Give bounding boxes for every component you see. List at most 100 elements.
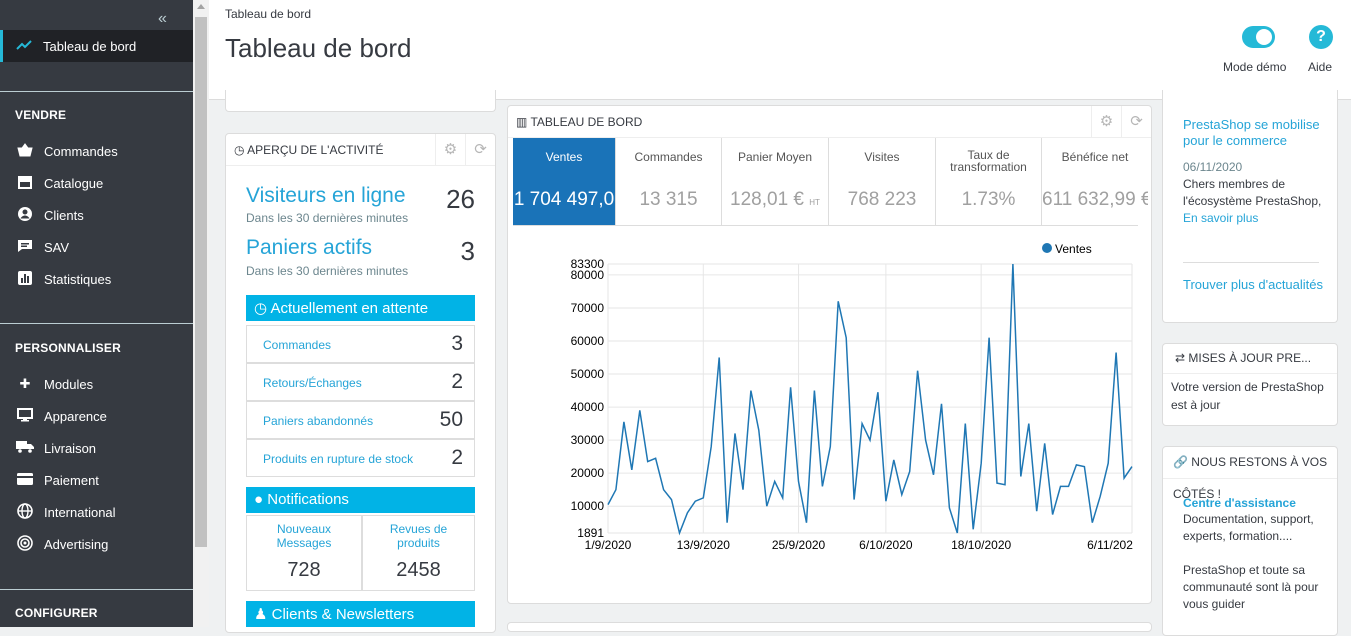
activity-panel: ◷ APERÇU DE L'ACTIVITÉ ⚙ ⟳ Visiteurs en … xyxy=(225,133,496,633)
kpi-value-text: 128,01 € xyxy=(730,189,804,210)
kpi-value: 1 704 497,0 xyxy=(513,189,615,210)
help-icon[interactable]: ? xyxy=(1309,25,1333,49)
sidebar-item-label: Paiement xyxy=(44,472,99,488)
demo-mode-label[interactable]: Mode démo xyxy=(1223,60,1286,74)
divider xyxy=(0,323,193,324)
truck-icon xyxy=(16,440,34,456)
kpi-net-profit[interactable]: Bénéfice net 611 632,99 € xyxy=(1042,138,1148,225)
sidebar-item-catalog[interactable]: Catalogue xyxy=(16,173,103,193)
pending-row-orders[interactable]: Commandes 3 xyxy=(246,325,475,363)
new-messages-cell[interactable]: Nouveaux Messages 728 xyxy=(246,515,362,591)
kpi-average-cart[interactable]: Panier Moyen 128,01 € HT xyxy=(722,138,829,225)
new-messages-label: Nouveaux Messages xyxy=(276,522,332,550)
pending-title: Actuellement en attente xyxy=(270,300,429,317)
trending-up-icon xyxy=(16,38,32,54)
kpi-visits[interactable]: Visites 768 223 xyxy=(829,138,936,225)
online-visitors-sub: Dans les 30 dernières minutes xyxy=(246,211,409,225)
sidebar-item-sav[interactable]: SAV xyxy=(16,237,69,257)
puzzle-icon: ✚ xyxy=(19,376,31,391)
scrollbar-thumb[interactable] xyxy=(195,17,207,547)
contact-panel: 🔗 NOUS RESTONS À VOS CÔTÉS ! Centre d'as… xyxy=(1162,446,1338,636)
demo-mode-toggle[interactable] xyxy=(1242,26,1275,48)
news-body: Chers membres de l'écosystème PrestaShop… xyxy=(1183,176,1328,227)
collapsed-panel xyxy=(225,90,496,112)
sidebar-item-international[interactable]: International xyxy=(16,502,116,522)
scroll-up-arrow-icon[interactable] xyxy=(197,4,205,9)
sidebar-item-payment[interactable]: Paiement xyxy=(16,470,99,490)
sidebar-item-orders[interactable]: Commandes xyxy=(16,141,118,161)
user-icon: ♟ xyxy=(254,606,268,623)
refresh-icon[interactable]: ⟳ xyxy=(465,134,495,166)
collapse-sidebar-icon[interactable]: « xyxy=(158,10,167,28)
sidebar-item-label: Commandes xyxy=(44,143,118,159)
pending-row-out-of-stock[interactable]: Produits en rupture de stock 2 xyxy=(246,439,475,477)
online-visitors-link[interactable]: Visiteurs en ligne xyxy=(246,184,406,208)
link-icon: 🔗 xyxy=(1173,455,1188,469)
sidebar-item-label: International xyxy=(44,504,116,520)
pending-header: ◷ Actuellement en attente xyxy=(246,295,475,321)
bar-chart-icon: ▥ xyxy=(516,115,528,129)
bar-chart-icon xyxy=(16,270,34,288)
kpi-value: 128,01 € HT xyxy=(722,189,828,211)
gear-icon[interactable]: ⚙ xyxy=(1091,106,1121,138)
refresh-icon[interactable]: ⟳ xyxy=(1121,106,1151,138)
kpi-label: Commandes xyxy=(634,150,703,164)
more-news-link[interactable]: Trouver plus d'actualités xyxy=(1183,277,1323,292)
sidebar-item-customers[interactable]: Clients xyxy=(16,205,84,225)
updates-header: ⇄ MISES À JOUR PRE... xyxy=(1163,344,1337,374)
pending-row-abandoned-carts[interactable]: Paniers abandonnés 50 xyxy=(246,401,475,439)
sidebar-item-modules[interactable]: ✚ Modules xyxy=(16,374,94,394)
legend-label: Ventes xyxy=(1055,242,1092,256)
pending-label: Retours/Échanges xyxy=(263,376,362,390)
sidebar-item-label: Apparence xyxy=(44,408,107,424)
y-tick-label: 10000 xyxy=(571,499,605,513)
kpi-label: Ventes xyxy=(545,150,583,164)
sync-icon: ⇄ xyxy=(1175,351,1186,365)
pending-value: 2 xyxy=(451,370,463,393)
contact-body-2: PrestaShop et toute sa communauté sont l… xyxy=(1183,563,1319,611)
sidebar-item-label: SAV xyxy=(44,239,70,255)
kpi-sales[interactable]: Ventes 1 704 497,0 xyxy=(513,138,616,225)
basket-icon xyxy=(16,142,34,160)
support-center-link[interactable]: Centre d'assistance xyxy=(1183,496,1296,510)
x-tick-label: 13/9/2020 xyxy=(677,538,731,552)
kpi-suffix: HT xyxy=(809,198,820,207)
alert-icon: ● xyxy=(254,491,264,508)
news-title[interactable]: PrestaShop se mobilise pour le commerce xyxy=(1183,117,1328,149)
divider xyxy=(0,589,193,590)
pending-value: 3 xyxy=(451,332,463,355)
sidebar-item-appearance[interactable]: Apparence xyxy=(16,406,107,426)
contact-header: 🔗 NOUS RESTONS À VOS xyxy=(1173,455,1327,469)
sales-line-chart: Ventes 1/9/2020 13/9/2020 25/9/2020 6/10/20… xyxy=(571,242,1134,552)
sidebar-item-stats[interactable]: Statistiques xyxy=(16,269,111,289)
news-body-text: Chers membres de l'écosystème PrestaShop… xyxy=(1183,177,1322,208)
news-date: 06/11/2020 xyxy=(1183,160,1243,174)
sidebar-item-label: Tableau de bord xyxy=(43,38,137,54)
sidebar-item-label: Clients xyxy=(44,207,84,223)
kpi-value: 1.73% xyxy=(961,189,1016,210)
news-read-more-link[interactable]: En savoir plus xyxy=(1183,211,1258,225)
contact-body-1: Documentation, support, experts, formati… xyxy=(1183,512,1314,543)
sidebar-item-shipping[interactable]: Livraison xyxy=(16,438,96,458)
lower-panel xyxy=(507,622,1152,632)
sidebar-item-advertising[interactable]: Advertising xyxy=(16,534,108,554)
globe-icon xyxy=(16,502,34,522)
x-tick-label: 18/10/2020 xyxy=(951,538,1011,552)
product-reviews-cell[interactable]: Revues de produits 2458 xyxy=(362,515,475,591)
kpi-orders[interactable]: Commandes 13 315 xyxy=(616,138,722,225)
activity-panel-title: APERÇU DE L'ACTIVITÉ xyxy=(247,143,384,157)
clock-icon: ◷ xyxy=(234,143,245,157)
product-reviews-value: 2458 xyxy=(396,559,441,581)
kpi-conversion[interactable]: Taux de transformation 1.73% xyxy=(936,138,1042,225)
page-title: Tableau de bord xyxy=(225,33,412,63)
news-panel: PrestaShop se mobilise pour le commerce … xyxy=(1162,90,1338,323)
gear-icon[interactable]: ⚙ xyxy=(435,134,465,166)
sidebar-item-dashboard[interactable]: Tableau de bord xyxy=(0,30,193,62)
active-carts-link[interactable]: Paniers actifs xyxy=(246,236,372,260)
help-label[interactable]: Aide xyxy=(1308,60,1332,74)
notifications-header: ● Notifications xyxy=(246,487,475,513)
breadcrumb[interactable]: Tableau de bord xyxy=(225,7,311,21)
pending-row-returns[interactable]: Retours/Échanges 2 xyxy=(246,363,475,401)
y-tick-label: 30000 xyxy=(571,433,605,447)
x-tick-label: 1/9/2020 xyxy=(585,538,632,552)
